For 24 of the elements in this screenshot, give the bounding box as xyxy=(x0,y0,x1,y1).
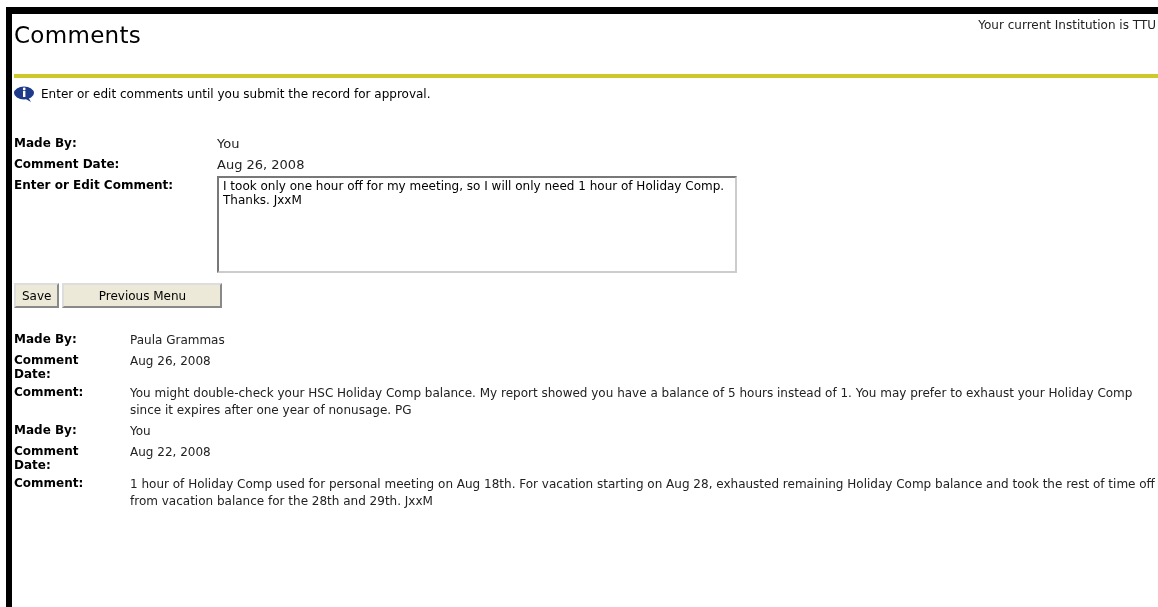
comment-textarea[interactable]: I took only one hour off for my meeting, so I will only need 1 hour of Holiday Comp. Thanks. JxxM xyxy=(217,176,737,273)
comment-date-value: Aug 26, 2008 xyxy=(130,353,212,370)
info-icon xyxy=(14,86,36,102)
field-label: Comment Date: xyxy=(14,157,121,171)
made-by-value: Paula Grammas xyxy=(130,332,226,349)
page-title: Comments xyxy=(14,22,142,48)
made-by-value: You xyxy=(217,136,241,151)
save-button[interactable]: Save xyxy=(14,283,60,308)
field-label: Comment: xyxy=(14,385,85,401)
field-label: Made By: xyxy=(14,332,78,348)
comment-text: 1 hour of Holiday Comp used for personal meeting on Aug 18th. For vacation starting on Aug 28, exhausted remaining Holiday Comp balance and took the rest of time off from vacation balance for the 28th and 29th. JxxM xyxy=(130,476,1156,510)
field-label: Made By: xyxy=(14,423,78,439)
made-by-value: You xyxy=(130,423,152,440)
field-label: Made By: xyxy=(14,136,78,150)
comment-date-value: Aug 26, 2008 xyxy=(217,157,306,172)
field-label: Comment: xyxy=(14,476,85,492)
institution-text: Your current Institution is TTU xyxy=(978,18,1156,32)
field-label: Comment Date: xyxy=(14,444,80,472)
info-message: Enter or edit comments until you submit the record for approval. xyxy=(41,87,431,101)
comment-text: You might double-check your HSC Holiday Comp balance. My report showed you have a balance of 5 hours instead of 1. You may prefer to exhaust your Holiday Comp since it expires after one year of nonusage. PG xyxy=(130,385,1134,419)
field-label: Enter or Edit Comment: xyxy=(14,178,175,192)
field-label: Comment Date: xyxy=(14,353,80,381)
previous-menu-button[interactable]: Previous Menu xyxy=(62,283,223,308)
comment-date-value: Aug 22, 2008 xyxy=(130,444,212,461)
